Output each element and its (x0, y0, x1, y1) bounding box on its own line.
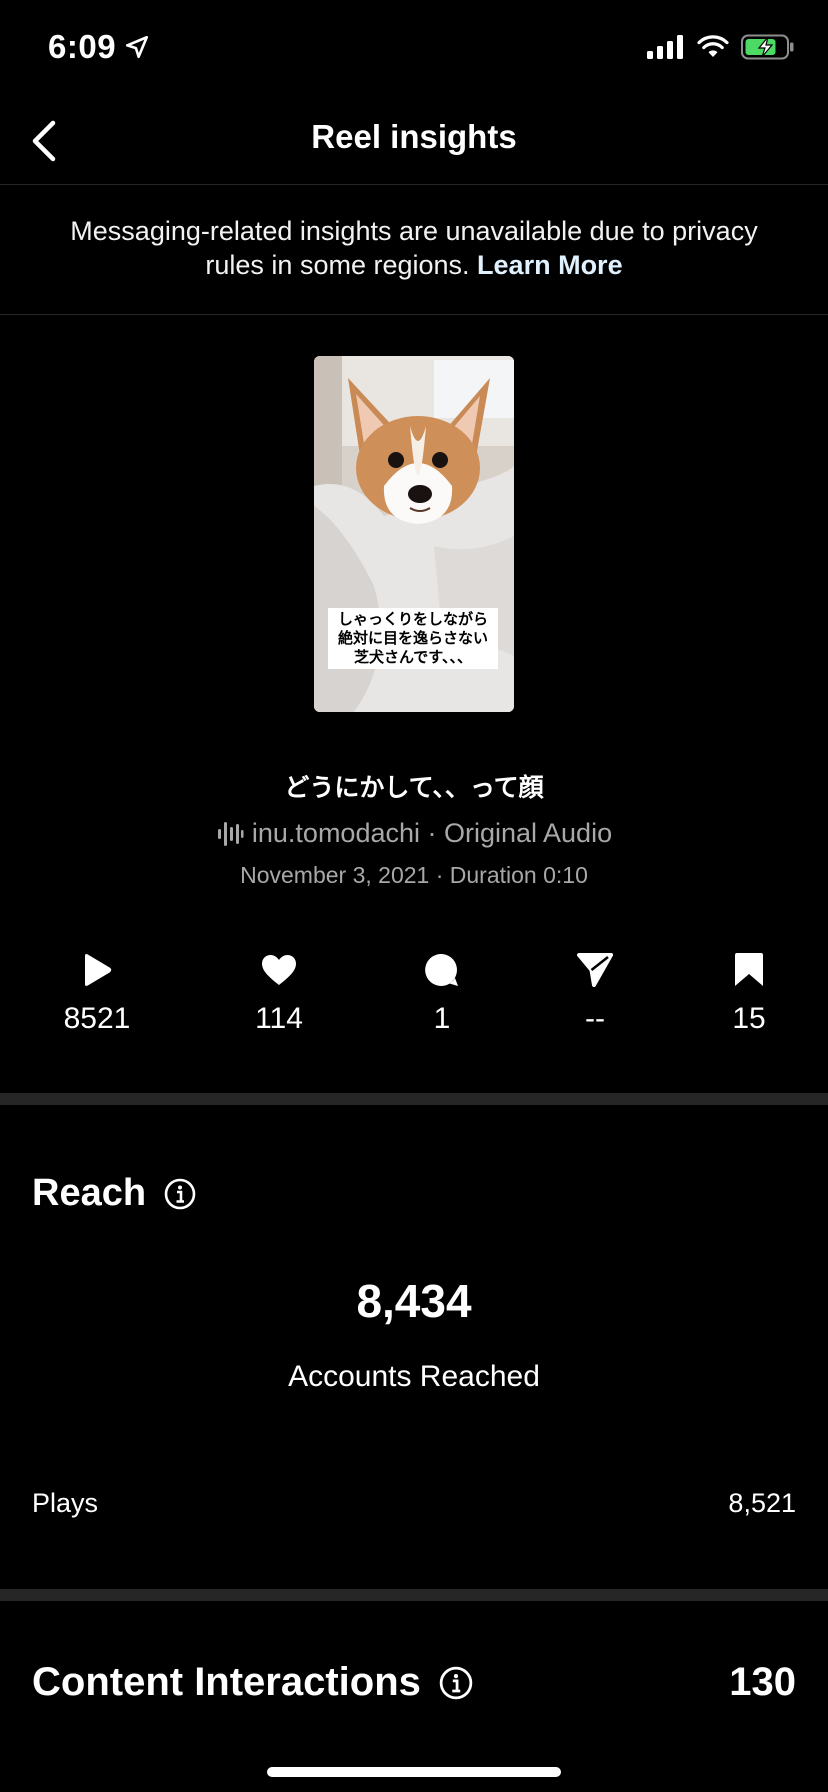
section-title: Content Interactions (32, 1660, 421, 1704)
bookmark-icon (735, 953, 763, 986)
send-icon (577, 953, 613, 987)
date-duration: November 3, 2021 · Duration 0:10 (240, 862, 588, 888)
stat-value: 15 (732, 1002, 766, 1035)
stat-value: 114 (255, 1002, 303, 1035)
plays-label: Plays (32, 1488, 99, 1518)
page-title: Reel insights (311, 118, 517, 155)
stat-value: 8521 (63, 1002, 131, 1035)
audio-text: inu.tomodachi · Original Audio (251, 818, 613, 848)
status-indicators (647, 34, 795, 60)
audio-attribution[interactable]: inu.tomodachi · Original Audio (0, 818, 828, 849)
location-arrow-icon (126, 35, 149, 59)
info-icon[interactable] (164, 1178, 196, 1210)
content-interactions-value: 130 (729, 1660, 796, 1704)
cellular-signal-icon (647, 35, 683, 59)
section-separator (0, 1093, 828, 1105)
stat-shares: -- (525, 950, 665, 1036)
stat-likes: 114 (209, 950, 349, 1036)
status-time: 6:09 (48, 28, 150, 66)
play-icon (85, 954, 112, 986)
time-text: 6:09 (48, 28, 117, 65)
header-divider (0, 184, 828, 185)
wifi-icon (697, 35, 729, 57)
reach-header: Reach (32, 1172, 196, 1215)
stat-saves: 15 (679, 950, 819, 1036)
accounts-reached-value: 8,434 (356, 1275, 472, 1327)
privacy-notice: Messaging-related insights are unavailab… (70, 214, 758, 282)
info-icon[interactable] (439, 1666, 473, 1700)
heart-icon (262, 955, 296, 985)
notice-divider (0, 314, 828, 315)
plays-value: 8,521 (728, 1488, 796, 1518)
reel-title: どうにかして、、って顔 (284, 774, 544, 802)
stat-comments: 1 (372, 950, 512, 1036)
stat-value: 1 (433, 1002, 451, 1035)
audio-waveform-icon (217, 821, 244, 846)
section-separator (0, 1589, 828, 1601)
reel-thumbnail[interactable]: しゃっくりをしながら 絶対に目を逸らさない 芝犬さんです、、、 (314, 356, 514, 712)
learn-more-link[interactable]: Learn More (477, 250, 623, 280)
notice-text: Messaging-related insights are unavailab… (70, 216, 758, 280)
accounts-reached-label: Accounts Reached (288, 1360, 540, 1393)
home-indicator[interactable] (267, 1767, 561, 1777)
thumbnail-caption: しゃっくりをしながら 絶対に目を逸らさない 芝犬さんです、、、 (328, 608, 498, 669)
section-title: Reach (32, 1172, 147, 1214)
battery-charging-icon (741, 34, 794, 60)
content-interactions-header: Content Interactions (32, 1660, 473, 1705)
comment-icon (425, 953, 458, 986)
stat-value: -- (585, 1002, 605, 1035)
stat-plays: 8521 (27, 950, 167, 1036)
